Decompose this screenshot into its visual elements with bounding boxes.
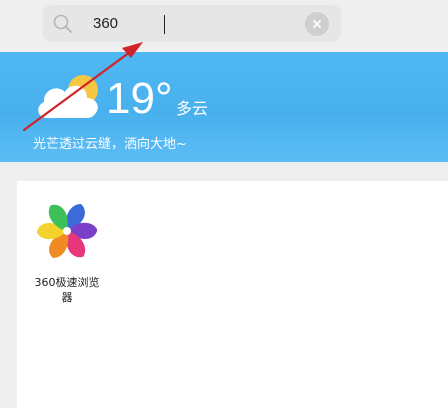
search-icon [52,13,74,35]
search-bar[interactable] [43,5,341,42]
app-label: 360极速浏览器 [34,276,100,304]
page: 19° 多云 光芒透过云缝，洒向大地~ 360极速浏 [0,0,448,408]
temperature: 19° [106,74,173,123]
partly-cloudy-icon [33,68,107,124]
pinwheel-icon [36,201,98,261]
app-panel: 360极速浏览器 [17,181,448,408]
app-item-360-browser[interactable]: 360极速浏览器 [31,201,103,311]
weather-banner[interactable]: 19° 多云 光芒透过云缝，洒向大地~ [0,52,448,162]
clear-button[interactable] [305,12,329,36]
search-input[interactable] [93,12,293,34]
clear-icon [313,20,321,28]
text-caret [164,15,165,34]
weather-tagline: 光芒透过云缝，洒向大地~ [33,137,187,152]
weather-condition: 多云 [176,99,209,118]
